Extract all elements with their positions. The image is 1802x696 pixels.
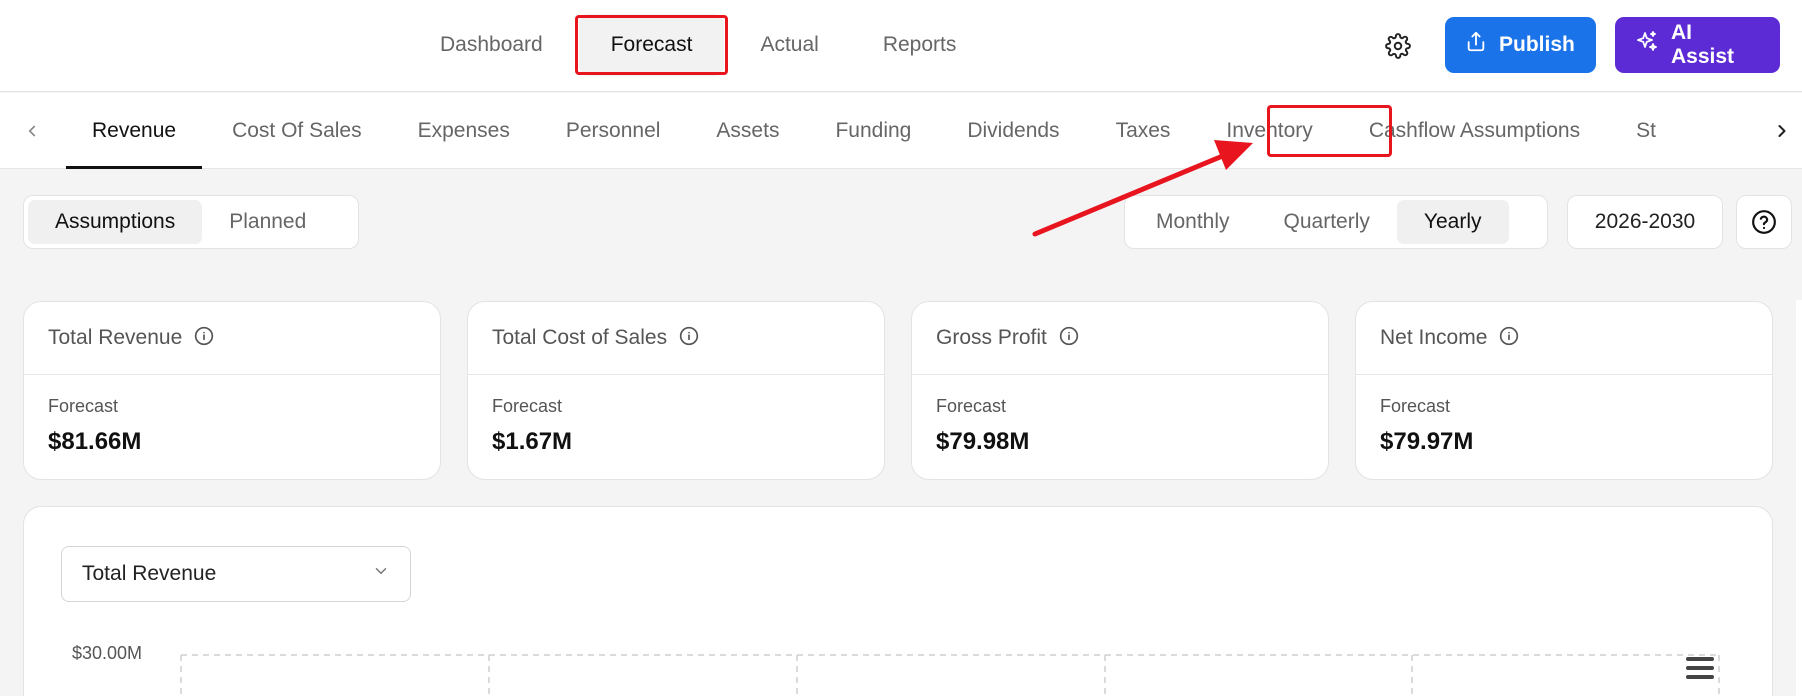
publish-button[interactable]: Publish (1445, 17, 1596, 73)
card-subtitle: Forecast (936, 396, 1007, 416)
chart-grid (180, 654, 1720, 696)
card-subtitle: Forecast (48, 396, 119, 416)
chevron-right-icon[interactable] (1762, 111, 1802, 151)
nav-reports[interactable]: Reports (851, 14, 989, 76)
ai-assist-button[interactable]: AI Assist (1615, 17, 1780, 73)
card-title: Net Income (1380, 326, 1488, 349)
help-icon[interactable] (1736, 195, 1792, 249)
page-edge (1796, 300, 1802, 696)
tab-taxes[interactable]: Taxes (1090, 93, 1197, 169)
section-tabs: Revenue Cost Of Sales Expenses Personnel… (66, 93, 1756, 169)
card-title: Total Cost of Sales (492, 326, 668, 349)
card-title: Total Revenue (48, 326, 183, 349)
view-toggle: Assumptions Planned (23, 195, 359, 249)
nav-forecast[interactable]: Forecast (578, 14, 725, 76)
chart-panel: Total Revenue $30.00M (23, 506, 1773, 696)
main-nav: Dashboard Forecast Actual Reports (408, 14, 988, 76)
publish-label: Publish (1499, 33, 1575, 56)
info-icon[interactable] (1059, 326, 1079, 351)
tab-assets[interactable]: Assets (690, 93, 805, 169)
sparkle-icon (1635, 30, 1659, 60)
tab-personnel[interactable]: Personnel (540, 93, 687, 169)
hamburger-menu-icon[interactable] (1684, 655, 1716, 681)
tab-st[interactable]: St (1610, 93, 1682, 169)
card-value: $1.67M (492, 428, 573, 455)
tab-expenses[interactable]: Expenses (392, 93, 536, 169)
metric-card-net-income: Net Income Forecast $79.97M (1355, 301, 1773, 480)
tab-funding[interactable]: Funding (809, 93, 937, 169)
toggle-yearly[interactable]: Yearly (1396, 200, 1509, 244)
metric-card-gross-profit: Gross Profit Forecast $79.98M (911, 301, 1329, 480)
ai-assist-label: AI Assist (1671, 21, 1735, 68)
card-subtitle: Forecast (492, 396, 563, 416)
period-range-select[interactable]: 2026-2030 (1567, 195, 1723, 249)
tab-revenue[interactable]: Revenue (66, 93, 203, 169)
info-icon[interactable] (194, 326, 214, 351)
tab-cashflow-assumptions[interactable]: Cashflow Assumptions (1343, 93, 1606, 169)
tab-cost-of-sales[interactable]: Cost Of Sales (206, 93, 388, 169)
metric-card-total-cost-of-sales: Total Cost of Sales Forecast $1.67M (467, 301, 885, 480)
tab-inventory[interactable]: Inventory (1200, 93, 1338, 169)
toggle-quarterly[interactable]: Quarterly (1257, 200, 1397, 244)
gear-icon[interactable] (1380, 28, 1416, 64)
period-toggle: Monthly Quarterly Yearly (1124, 195, 1548, 249)
toggle-assumptions[interactable]: Assumptions (28, 200, 203, 244)
card-subtitle: Forecast (1380, 396, 1451, 416)
tab-dividends[interactable]: Dividends (941, 93, 1085, 169)
toggle-monthly[interactable]: Monthly (1129, 200, 1257, 244)
metric-card-total-revenue: Total Revenue Forecast $81.66M (23, 301, 441, 480)
upload-icon (1465, 31, 1487, 59)
card-title: Gross Profit (936, 326, 1047, 349)
top-bar: Dashboard Forecast Actual Reports Publis… (0, 0, 1802, 92)
info-icon[interactable] (679, 326, 699, 351)
card-value: $79.98M (936, 428, 1030, 455)
info-icon[interactable] (1499, 326, 1519, 351)
card-value: $79.97M (1380, 428, 1474, 455)
section-tabs-bar: Revenue Cost Of Sales Expenses Personnel… (0, 93, 1802, 169)
card-value: $81.66M (48, 428, 142, 455)
nav-actual[interactable]: Actual (728, 14, 850, 76)
chevron-left-icon[interactable] (12, 111, 52, 151)
nav-dashboard[interactable]: Dashboard (408, 14, 575, 76)
toggle-planned[interactable]: Planned (202, 200, 333, 244)
